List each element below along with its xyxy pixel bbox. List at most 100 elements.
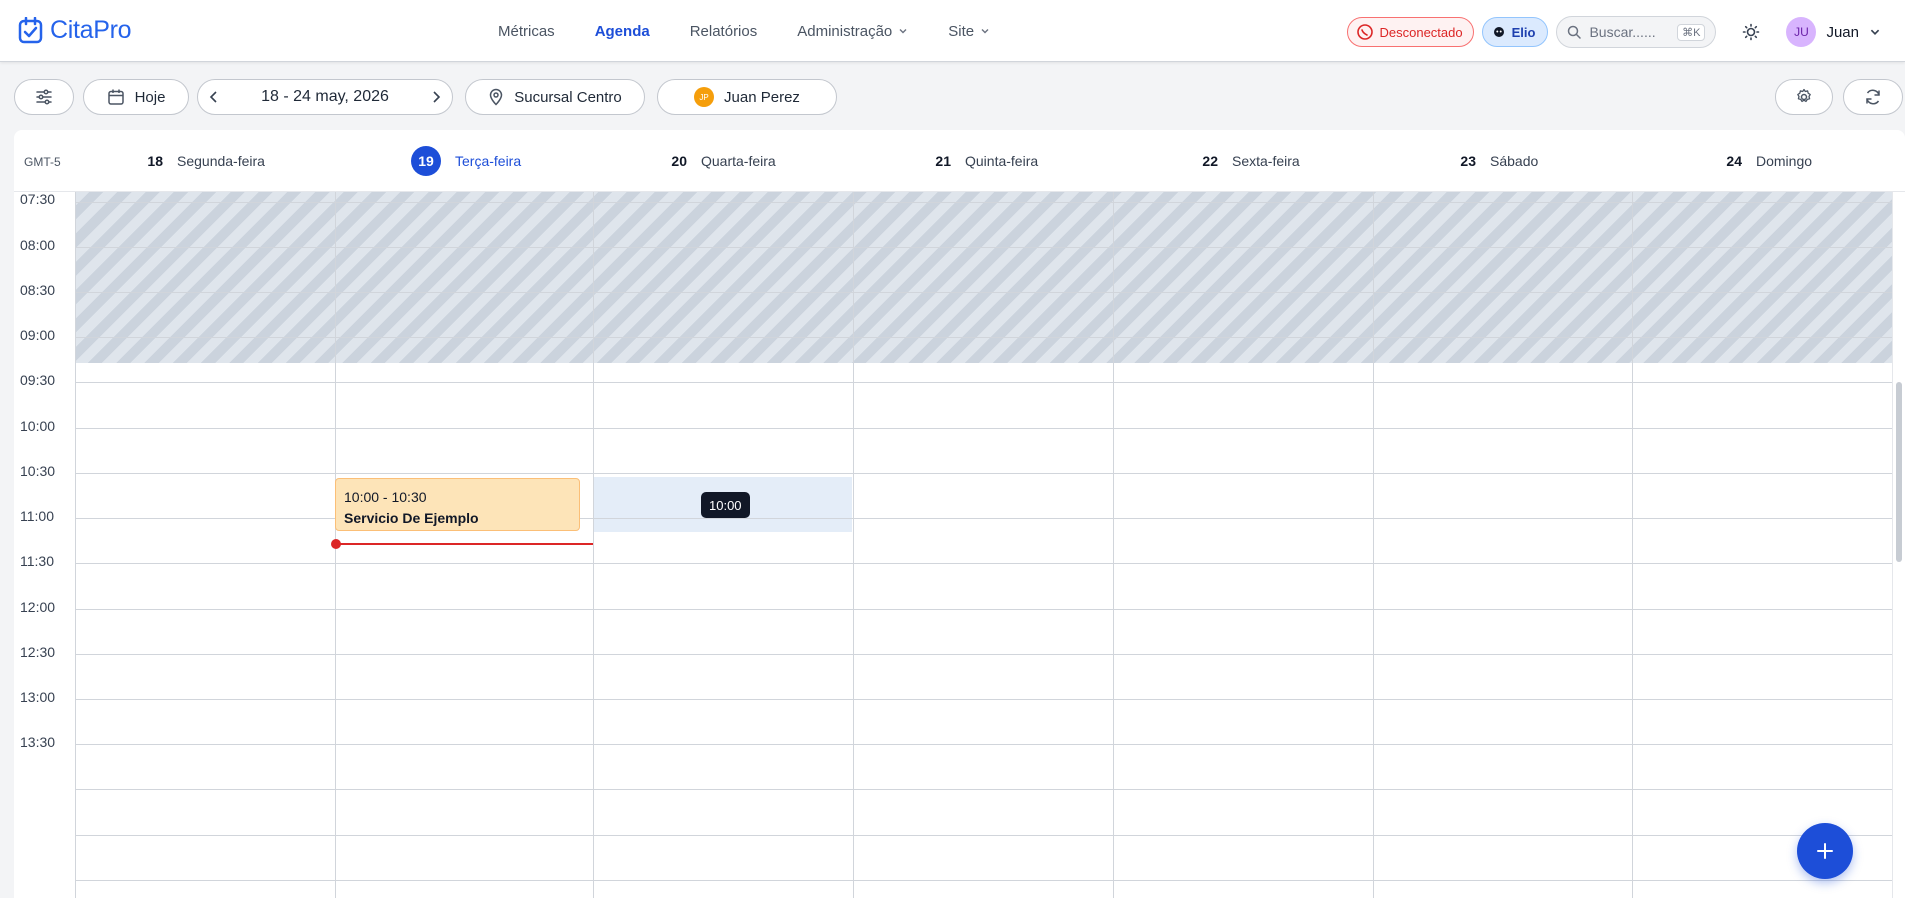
chevron-left-icon[interactable]: [208, 90, 220, 104]
nav-administracao[interactable]: Administração: [797, 23, 908, 40]
appointment-event[interactable]: 10:00 - 10:30 Servicio De Ejemplo: [335, 478, 580, 531]
day-name: Domingo: [1756, 153, 1813, 169]
today-button[interactable]: Hoje: [83, 79, 189, 115]
filters-button[interactable]: [14, 79, 74, 115]
day-number: 22: [1202, 153, 1218, 169]
chevron-down-icon: [981, 29, 989, 34]
whatsapp-status-label: Desconectado: [1379, 24, 1463, 40]
nav-metricas[interactable]: Métricas: [498, 23, 555, 40]
avatar: JU: [1786, 17, 1817, 47]
nav-label: Relatórios: [689, 22, 758, 40]
slot-time-tooltip: 10:00: [701, 492, 750, 518]
today-label: Hoje: [134, 88, 166, 106]
day-name: Quarta-feira: [701, 153, 776, 169]
theme-toggle-button[interactable]: [1734, 15, 1768, 49]
time-label: 08:30: [20, 282, 56, 298]
staff-selector[interactable]: JP Juan Perez: [657, 79, 837, 115]
slot-line: [75, 382, 1892, 383]
current-time-line: [336, 543, 593, 545]
slot-line: [75, 835, 1892, 836]
time-label: 12:30: [20, 644, 56, 660]
day-header-mon[interactable]: 18 Segunda-feira: [145, 130, 265, 192]
day-column-divider: [593, 192, 594, 898]
refresh-button[interactable]: [1843, 79, 1903, 115]
event-time: 10:00 - 10:30: [344, 489, 427, 505]
user-menu[interactable]: JU Juan: [1786, 17, 1881, 47]
nav-relatorios[interactable]: Relatórios: [690, 23, 758, 40]
gear-icon: [1797, 88, 1811, 103]
slot-line: [75, 699, 1892, 700]
day-header-tue[interactable]: 19 Terça-feira: [411, 130, 521, 192]
staff-label: Juan Perez: [724, 88, 800, 106]
day-number: 23: [1460, 153, 1476, 169]
day-number: 19: [411, 146, 441, 176]
whatsapp-icon: [1356, 24, 1373, 40]
scrollbar-thumb[interactable]: [1896, 382, 1902, 562]
day-header-fri[interactable]: 22 Sexta-feira: [1200, 130, 1299, 192]
search-input[interactable]: Buscar...... ⌘K: [1556, 16, 1717, 48]
day-number: 21: [935, 153, 951, 169]
day-header-wed[interactable]: 20 Quarta-feira: [669, 130, 776, 192]
day-name: Sábado: [1490, 153, 1539, 169]
calendar-icon: [107, 89, 124, 105]
slot-line: [75, 744, 1892, 745]
time-label: 12:00: [20, 599, 56, 615]
nav-agenda[interactable]: Agenda: [595, 23, 650, 40]
day-header-sat[interactable]: 23 Sábado: [1458, 130, 1538, 192]
nav-label: Site: [948, 22, 975, 40]
time-label: 13:00: [20, 689, 56, 705]
vertical-scrollbar[interactable]: [1892, 192, 1905, 898]
sun-icon: [1743, 23, 1760, 41]
main-nav: Métricas Agenda Relatórios Administração…: [498, 0, 990, 62]
plus-icon: [1817, 843, 1833, 859]
day-column-divider: [1113, 192, 1114, 898]
chevron-down-icon: [899, 29, 907, 34]
date-range-picker[interactable]: 18 - 24 may, 2026: [197, 79, 453, 115]
day-number: 24: [1726, 153, 1742, 169]
time-label: 13:30: [20, 734, 56, 750]
branch-label: Sucursal Centro: [514, 88, 622, 106]
nav-site[interactable]: Site: [948, 23, 990, 40]
day-name: Segunda-feira: [177, 153, 265, 169]
slot-line: [75, 609, 1892, 610]
day-name: Quinta-feira: [965, 153, 1039, 169]
time-label: 07:30: [20, 191, 56, 207]
search-placeholder: Buscar......: [1589, 24, 1656, 40]
user-name: Juan: [1826, 23, 1859, 41]
chevron-right-icon[interactable]: [430, 90, 442, 104]
slot-line: [75, 202, 1892, 203]
slot-line: [75, 247, 1892, 248]
slot-line: [75, 292, 1892, 293]
sliders-icon: [36, 89, 52, 105]
logo[interactable]: CitaPro: [18, 16, 132, 45]
slot-line: [75, 428, 1892, 429]
chevron-down-icon: [1870, 29, 1880, 35]
assistant-label: Elio: [1511, 24, 1536, 40]
day-name: Terça-feira: [455, 153, 522, 169]
time-label: 09:30: [20, 372, 56, 388]
whatsapp-status-button[interactable]: Desconectado: [1346, 17, 1474, 47]
time-label: 10:30: [20, 463, 56, 479]
day-column-divider: [75, 192, 76, 898]
time-label: 08:00: [20, 237, 56, 253]
day-number: 20: [671, 153, 687, 169]
day-column-divider: [1632, 192, 1633, 898]
day-header-sun[interactable]: 24 Domingo: [1724, 130, 1812, 192]
settings-button[interactable]: [1775, 79, 1833, 115]
week-calendar: GMT-5 18 Segunda-feira 19 Terça-feira 20 Qu…: [14, 130, 1905, 898]
assistant-button[interactable]: Elio: [1481, 17, 1549, 47]
bot-icon: [1493, 27, 1504, 37]
nav-label: Métricas: [498, 22, 555, 40]
branch-selector[interactable]: Sucursal Centro: [465, 79, 645, 115]
slot-line: [75, 880, 1892, 881]
nav-label: Administração: [797, 22, 893, 40]
add-appointment-button[interactable]: [1797, 823, 1853, 879]
time-label: 11:00: [20, 508, 54, 524]
search-shortcut: ⌘K: [1677, 23, 1706, 41]
nav-label: Agenda: [594, 22, 650, 40]
slot-line: [75, 563, 1892, 564]
time-grid[interactable]: 07:30 08:00 08:30 09:00 09:30 10:00 10:3…: [14, 191, 1892, 898]
calendar-toolbar: Hoje 18 - 24 may, 2026 Sucursal Centro J…: [0, 62, 1905, 130]
slot-line: [75, 337, 1892, 338]
day-header-thu[interactable]: 21 Quinta-feira: [933, 130, 1038, 192]
